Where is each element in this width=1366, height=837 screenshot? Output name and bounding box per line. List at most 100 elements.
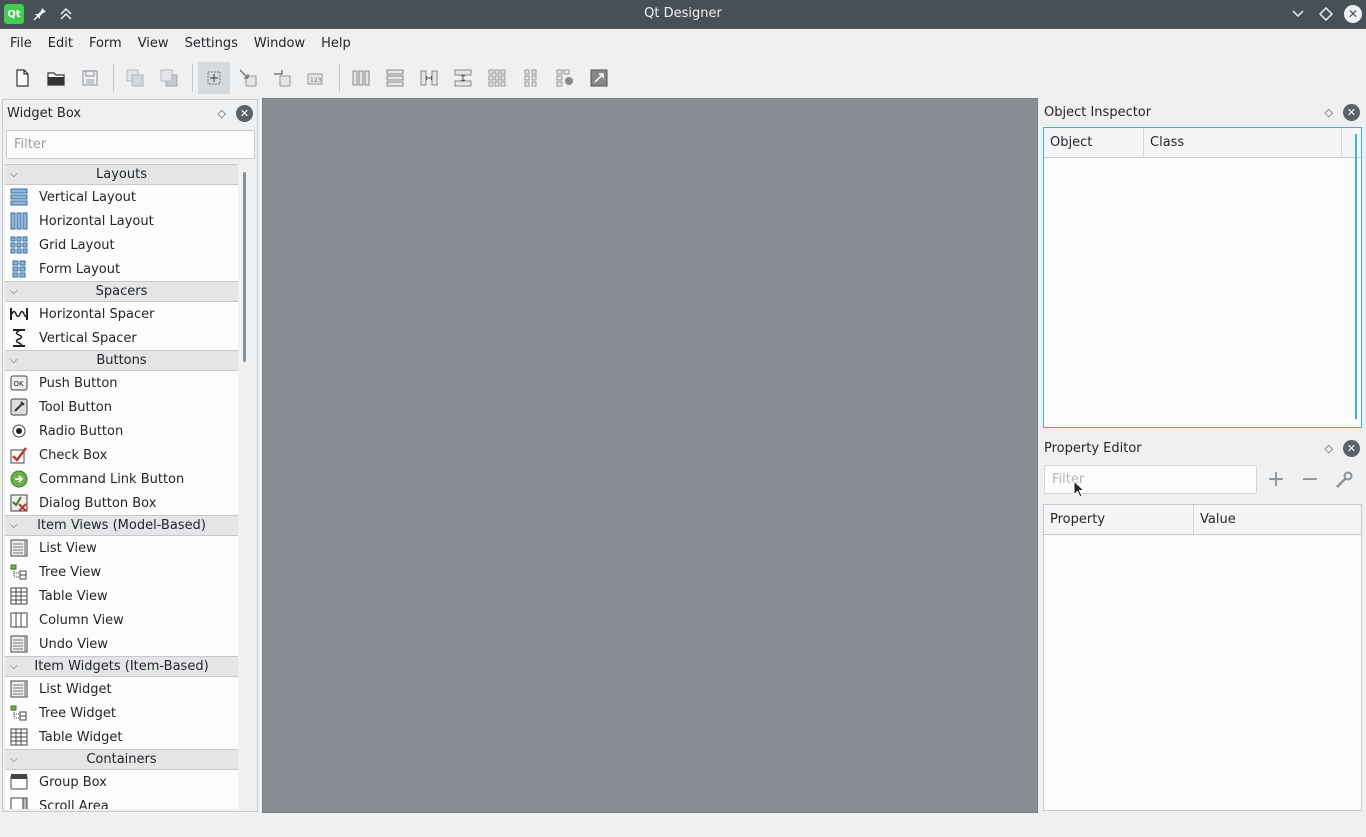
category-containers[interactable]: ⌵ Containers <box>5 749 238 770</box>
save-form-icon[interactable] <box>74 62 106 94</box>
widget-item-dialog-button-box[interactable]: Dialog Button Box <box>5 491 238 515</box>
widget-list-scrollbar[interactable] <box>243 172 246 362</box>
widget-item-command-link-button[interactable]: Command Link Button <box>5 467 238 491</box>
category-item-views[interactable]: ⌵ Item Views (Model-Based) <box>5 515 238 536</box>
float-icon[interactable]: ◇ <box>1325 106 1333 119</box>
widget-item-push-button[interactable]: OK Push Button <box>5 371 238 395</box>
remove-property-icon[interactable]: − <box>1295 466 1325 494</box>
form-layout-icon <box>9 259 29 279</box>
menu-help[interactable]: Help <box>313 29 359 59</box>
widget-item-undo-view[interactable]: Undo View <box>5 632 238 656</box>
property-table[interactable]: Property Value <box>1043 504 1362 811</box>
minimize-button[interactable] <box>1288 4 1308 24</box>
lay-out-vertically-splitter-icon[interactable] <box>447 62 479 94</box>
add-property-icon[interactable]: + <box>1261 466 1291 494</box>
edit-buddies-icon[interactable] <box>266 62 298 94</box>
table-widget-icon <box>9 727 29 747</box>
widget-item-tool-button[interactable]: Tool Button <box>5 395 238 419</box>
tree-view-icon <box>9 562 29 582</box>
lay-out-grid-icon[interactable] <box>481 62 513 94</box>
column-header-value[interactable]: Value <box>1194 505 1361 534</box>
lay-out-horizontally-splitter-icon[interactable] <box>413 62 445 94</box>
float-icon[interactable]: ◇ <box>218 107 226 120</box>
edit-signals-slots-icon[interactable] <box>232 62 264 94</box>
widget-item-table-view[interactable]: Table View <box>5 584 238 608</box>
close-icon[interactable]: ✕ <box>1343 103 1360 121</box>
widget-item-table-widget[interactable]: Table Widget <box>5 725 238 749</box>
open-form-icon[interactable] <box>40 62 72 94</box>
break-layout-icon[interactable] <box>549 62 581 94</box>
horizontal-spacer-icon <box>9 304 29 324</box>
float-icon[interactable]: ◇ <box>1325 442 1333 455</box>
object-tree[interactable]: Object Class <box>1043 127 1362 428</box>
column-header-object[interactable]: Object <box>1044 128 1144 157</box>
widget-item-vertical-spacer[interactable]: Vertical Spacer <box>5 326 238 350</box>
push-button-icon: OK <box>9 373 29 393</box>
widget-item-list-view[interactable]: List View <box>5 536 238 560</box>
widget-box-header: Widget Box ◇ ✕ <box>3 100 257 126</box>
widget-item-tree-widget[interactable]: Tree Widget <box>5 701 238 725</box>
lay-out-form-icon[interactable] <box>515 62 547 94</box>
dialog-button-box-icon <box>9 493 29 513</box>
widget-item-column-view[interactable]: Column View <box>5 608 238 632</box>
widget-item-group-box[interactable]: Group Box <box>5 770 238 794</box>
widget-item-form-layout[interactable]: Form Layout <box>5 257 238 281</box>
toolbar-separator <box>192 64 193 92</box>
tree-widget-icon <box>9 703 29 723</box>
menu-edit[interactable]: Edit <box>40 29 81 59</box>
chevron-down-icon: ⌵ <box>10 661 18 672</box>
widget-item-vertical-layout[interactable]: Vertical Layout <box>5 185 238 209</box>
category-spacers[interactable]: ⌵ Spacers <box>5 281 238 302</box>
tool-button-icon <box>9 397 29 417</box>
menu-view[interactable]: View <box>130 29 177 59</box>
svg-text:123: 123 <box>310 77 322 84</box>
edit-widgets-icon[interactable] <box>198 62 230 94</box>
send-to-back-icon[interactable] <box>119 62 151 94</box>
adjust-size-icon[interactable] <box>583 62 615 94</box>
widget-item-list-widget[interactable]: List Widget <box>5 677 238 701</box>
maximize-button[interactable] <box>1316 4 1336 24</box>
group-box-icon <box>9 772 29 792</box>
category-item-widgets[interactable]: ⌵ Item Widgets (Item-Based) <box>5 656 238 677</box>
category-layouts[interactable]: ⌵ Layouts <box>5 164 238 185</box>
menu-window[interactable]: Window <box>246 29 313 59</box>
close-icon[interactable]: ✕ <box>236 104 253 122</box>
widget-item-horizontal-spacer[interactable]: Horizontal Spacer <box>5 302 238 326</box>
menu-file[interactable]: File <box>2 29 40 59</box>
vertical-layout-icon <box>9 187 29 207</box>
configure-wrench-icon[interactable] <box>1329 466 1359 494</box>
object-tree-scrollbar[interactable] <box>1355 134 1357 419</box>
vertical-spacer-icon <box>9 328 29 348</box>
object-tree-header: Object Class <box>1044 128 1361 158</box>
widget-item-scroll-area[interactable]: Scroll Area <box>5 794 238 809</box>
grid-layout-icon <box>9 235 29 255</box>
widget-item-horizontal-layout[interactable]: Horizontal Layout <box>5 209 238 233</box>
widget-item-check-box[interactable]: Check Box <box>5 443 238 467</box>
widget-filter-input[interactable] <box>6 130 255 159</box>
bring-to-front-icon[interactable] <box>153 62 185 94</box>
widget-item-radio-button[interactable]: Radio Button <box>5 419 238 443</box>
widget-item-grid-layout[interactable]: Grid Layout <box>5 233 238 257</box>
chevron-down-icon: ⌵ <box>10 286 18 297</box>
list-view-icon <box>9 538 29 558</box>
edit-tab-order-icon[interactable]: 123 <box>300 62 332 94</box>
new-form-icon[interactable] <box>6 62 38 94</box>
property-table-header: Property Value <box>1044 505 1361 535</box>
menu-settings[interactable]: Settings <box>177 29 246 59</box>
lay-out-vertically-icon[interactable] <box>379 62 411 94</box>
table-view-icon <box>9 586 29 606</box>
lay-out-horizontally-icon[interactable] <box>345 62 377 94</box>
radio-button-icon <box>9 421 29 441</box>
window-titlebar: Qt Qt Designer ✕ <box>0 0 1366 29</box>
form-editor-area[interactable] <box>262 98 1038 813</box>
widget-box-title: Widget Box <box>7 105 82 121</box>
widget-item-tree-view[interactable]: Tree View <box>5 560 238 584</box>
close-icon[interactable]: ✕ <box>1343 439 1360 457</box>
column-view-icon <box>9 610 29 630</box>
window-close-button[interactable]: ✕ <box>1344 5 1362 23</box>
category-buttons[interactable]: ⌵ Buttons <box>5 350 238 371</box>
column-header-property[interactable]: Property <box>1044 505 1194 534</box>
menu-form[interactable]: Form <box>81 29 130 59</box>
property-editor-dock: Property Editor ◇ ✕ + − Property Value <box>1040 435 1364 812</box>
column-header-class[interactable]: Class <box>1144 128 1342 157</box>
